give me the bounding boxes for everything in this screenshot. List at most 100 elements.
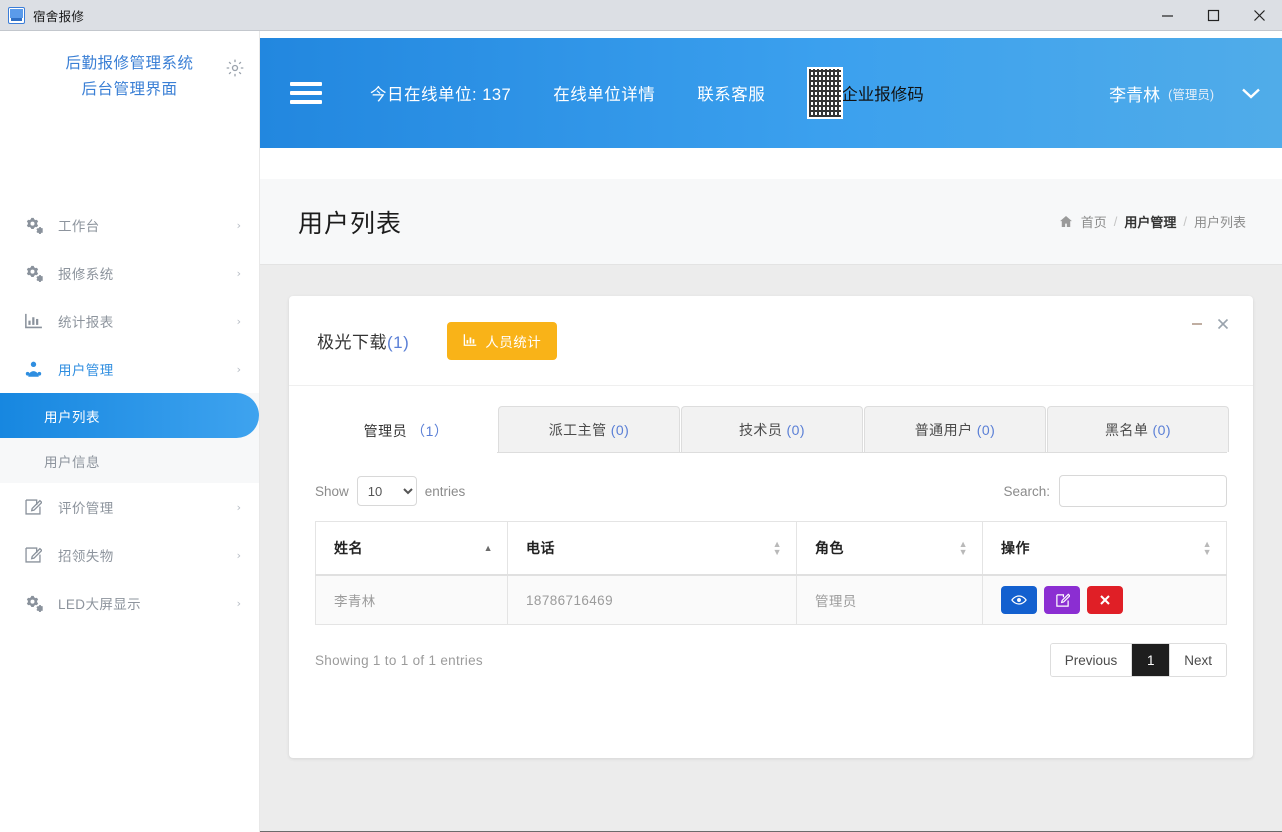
user-table: 姓名 ▲ 电话 ▲ ▼ 角色 ▲ ▼ 操作 ▲ ▼ 李青林 1878671646… <box>315 521 1227 625</box>
search-control: Search: <box>1003 475 1227 507</box>
card-title-text: 极光下载 <box>317 333 387 352</box>
cogs-icon <box>22 215 44 235</box>
tab-dispatch-supervisor[interactable]: 派工主管 (0) <box>498 406 680 452</box>
search-input[interactable] <box>1059 475 1227 507</box>
breadcrumb-home[interactable]: 首页 <box>1081 212 1107 231</box>
minimize-window-button[interactable] <box>1144 0 1190 31</box>
sidebar-item-lost-and-found[interactable]: 招领失物 › <box>0 531 259 579</box>
sidebar-item-label: 用户管理 <box>58 363 114 378</box>
sidebar-nav: 工作台 › 报修系统 › 统计报表 › 用户管理 › 用户列表 用户信息 评价管… <box>0 201 259 627</box>
delete-button[interactable] <box>1087 586 1123 614</box>
column-header-phone[interactable]: 电话 ▲ ▼ <box>507 521 797 576</box>
tab-label: 派工主管 <box>548 421 607 438</box>
sidebar-item-evaluation[interactable]: 评价管理 › <box>0 483 259 531</box>
chevron-right-icon: › <box>236 596 241 610</box>
window-title: 宿舍报修 <box>33 9 85 24</box>
chevron-right-icon: › <box>236 500 241 514</box>
sidebar-item-user-list[interactable]: 用户列表 <box>0 393 259 438</box>
qr-label: 企业报修码 <box>841 86 924 104</box>
enterprise-qr-block[interactable]: 企业报修码 <box>807 67 924 119</box>
cogs-icon <box>22 593 44 613</box>
close-icon[interactable] <box>1217 318 1229 330</box>
entries-info: Showing 1 to 1 of 1 entries <box>315 652 483 668</box>
cogs-icon <box>22 263 44 283</box>
column-header-role[interactable]: 角色 ▲ ▼ <box>796 521 983 576</box>
view-button[interactable] <box>1001 586 1037 614</box>
tab-label: 黑名单 <box>1104 421 1149 438</box>
minimize-icon[interactable] <box>1191 318 1203 330</box>
cell-role: 管理员 <box>796 575 983 625</box>
table-body: 李青林 18786716469 管理员 <box>315 575 1227 625</box>
sort-indicator-asc: ▲ <box>483 543 493 553</box>
user-list-card: 极光下载(1) 人员统计 管理员 （1） 派工主管 (0) 技术员 (0) 普通… <box>289 296 1253 758</box>
gear-icon[interactable] <box>225 58 245 78</box>
home-icon <box>1059 216 1072 227</box>
brand-line-1: 后勤报修管理系统 <box>65 55 194 72</box>
column-header-name[interactable]: 姓名 ▲ <box>315 521 508 576</box>
card-title-count: (1) <box>387 333 410 352</box>
tab-technician[interactable]: 技术员 (0) <box>681 406 863 452</box>
datatable-footer: Showing 1 to 1 of 1 entries Previous 1 N… <box>315 625 1227 677</box>
contact-support-link[interactable]: 联系客服 <box>697 81 765 105</box>
entries-select[interactable]: 10 25 50 100 <box>356 476 417 506</box>
tab-label: 技术员 <box>738 421 783 438</box>
column-label: 电话 <box>526 540 555 556</box>
staff-statistics-label: 人员统计 <box>485 334 542 350</box>
sidebar-item-label: 工作台 <box>58 219 100 234</box>
qr-code-icon <box>807 67 844 119</box>
cell-phone: 18786716469 <box>507 575 797 625</box>
chart-icon <box>22 311 44 331</box>
staff-statistics-button[interactable]: 人员统计 <box>447 321 558 360</box>
tab-count: （1） <box>411 422 449 439</box>
chevron-right-icon: › <box>236 362 241 376</box>
entries-length-control: Show 10 25 50 100 entries <box>315 476 465 506</box>
close-window-button[interactable] <box>1236 0 1282 31</box>
tab-blacklist[interactable]: 黑名单 (0) <box>1047 406 1229 452</box>
online-units-detail-link[interactable]: 在线单位详情 <box>553 81 655 105</box>
sidebar-item-label: 报修系统 <box>58 267 114 282</box>
sort-indicator: ▲ ▼ <box>772 539 782 557</box>
cell-actions <box>982 575 1227 625</box>
row-action-buttons <box>1001 586 1208 614</box>
card-tools <box>1191 318 1229 330</box>
chevron-right-icon: › <box>236 314 241 328</box>
edit-icon <box>22 545 44 565</box>
sidebar-item-user-management[interactable]: 用户管理 › <box>0 345 259 393</box>
tab-admin[interactable]: 管理员 （1） <box>315 407 497 453</box>
brand-line-2: 后台管理界面 <box>81 81 178 98</box>
sort-indicator: ▲ ▼ <box>958 539 968 557</box>
user-icon <box>22 359 44 379</box>
sidebar-item-reports[interactable]: 统计报表 › <box>0 297 259 345</box>
sidebar-subitem-label: 用户信息 <box>44 454 100 470</box>
online-units-counter: 今日在线单位: 137 <box>370 81 511 105</box>
table-row[interactable]: 李青林 18786716469 管理员 <box>315 575 1227 625</box>
sidebar-subitem-label: 用户列表 <box>44 409 100 425</box>
chevron-right-icon: › <box>236 548 241 562</box>
breadcrumb-section[interactable]: 用户管理 <box>1124 212 1176 231</box>
window-titlebar: 宿舍报修 <box>0 0 1282 31</box>
hamburger-icon[interactable] <box>290 76 330 110</box>
column-label: 操作 <box>1001 540 1030 556</box>
sidebar-item-user-info[interactable]: 用户信息 <box>0 438 259 483</box>
role-tabs: 管理员 （1） 派工主管 (0) 技术员 (0) 普通用户 (0) 黑名单 (0) <box>315 406 1229 453</box>
sort-indicator: ▲ ▼ <box>1202 539 1212 557</box>
edit-button[interactable] <box>1044 586 1080 614</box>
breadcrumb-separator: / <box>1113 214 1118 229</box>
tab-normal-user[interactable]: 普通用户 (0) <box>864 406 1046 452</box>
column-label: 角色 <box>815 540 844 556</box>
pagination-next[interactable]: Next <box>1170 644 1226 676</box>
pagination-previous[interactable]: Previous <box>1050 644 1133 676</box>
sidebar-item-repair-system[interactable]: 报修系统 › <box>0 249 259 297</box>
sidebar-item-workbench[interactable]: 工作台 › <box>0 201 259 249</box>
sidebar-item-led-display[interactable]: LED大屏显示 › <box>0 579 259 627</box>
edit-icon <box>22 497 44 517</box>
user-menu[interactable]: 李青林 (管理员) <box>1109 81 1262 106</box>
maximize-window-button[interactable] <box>1190 0 1236 31</box>
page-header: 用户列表 首页 / 用户管理 / 用户列表 <box>260 179 1282 265</box>
pagination-page-1[interactable]: 1 <box>1132 644 1171 676</box>
close-icon <box>1099 594 1111 606</box>
column-header-actions[interactable]: 操作 ▲ ▼ <box>982 521 1227 576</box>
datatable-controls: Show 10 25 50 100 entries Search: <box>315 453 1227 521</box>
bar-chart-icon <box>463 334 477 347</box>
chevron-right-icon: › <box>236 266 241 280</box>
